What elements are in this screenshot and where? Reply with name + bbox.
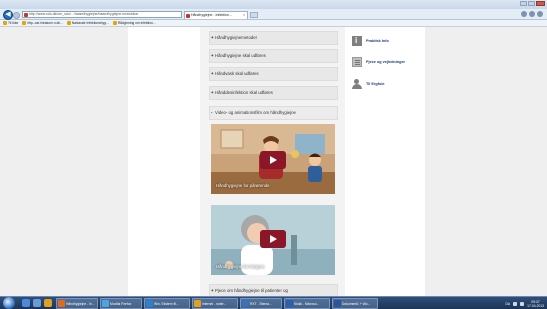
favorite-item[interactable]: http--sst.intrakom.n.dk... (22, 20, 63, 26)
volume-icon[interactable] (520, 301, 525, 306)
video-player-relatives[interactable]: Håndhygiejne for pårørende (211, 124, 335, 194)
taskbar-clock[interactable]: 09:37 17-04-2013 (527, 300, 544, 308)
tab-title: Håndhygiejne - Infektion... (191, 13, 232, 17)
accordion-label: Håndhygiejnemetoder (215, 35, 258, 40)
accordion-label: Video- og animationsfilm om håndhygiejne (215, 110, 296, 115)
expand-icon: + (211, 35, 214, 40)
taskbar-button[interactable]: RXT - Stema... (240, 298, 282, 309)
person-icon (352, 79, 362, 89)
sidebar-link-practical-info[interactable]: Praktisk Info (352, 36, 389, 46)
accordion-label: Hånddesinfektion skal udføres (215, 90, 273, 95)
accordion-item-disinfection[interactable]: + Hånddesinfektion skal udføres (209, 86, 338, 100)
gear-icon[interactable] (537, 11, 543, 17)
video-player-citizens[interactable]: Håndhygiejne for borgere (211, 205, 335, 275)
collapse-icon: - (211, 110, 213, 115)
forward-button[interactable] (13, 12, 20, 19)
browser-navbar: ◀ http://www.sdu.dk/om_sdu/.../haandhygi… (0, 9, 547, 20)
clock-date: 17-04-2013 (527, 303, 544, 308)
taskbar-button[interactable]: Internet - noter... (192, 298, 238, 309)
new-tab-button[interactable] (250, 12, 258, 18)
window-controls (520, 1, 545, 6)
expand-icon: + (211, 71, 214, 76)
page-gutter-right (425, 27, 547, 296)
play-button[interactable] (260, 230, 286, 248)
page-icon (22, 21, 27, 25)
video-caption: Håndhygiejne for pårørende (216, 183, 270, 188)
favorite-item[interactable]: Rådgivning om infektion... (112, 20, 156, 26)
accordion-label: Håndhygiejne skal udføres (215, 53, 266, 58)
expand-icon: + (211, 53, 214, 58)
system-tray: DA 09:37 17-04-2013 (506, 298, 544, 309)
folder-icon[interactable] (44, 299, 52, 307)
favorites-bar: Til Ikke http--sst.intrakom.n.dk... Nati… (0, 20, 547, 27)
window-titlebar (0, 0, 547, 9)
taskbar-button[interactable]: Dokument1 + Wo... (332, 298, 378, 309)
accordion-item-methods[interactable]: + Håndhygiejnemetoder (209, 31, 338, 45)
address-bar[interactable]: http://www.sdu.dk/om_sdu/.../haandhygiej… (22, 11, 182, 18)
sidebar-link-brochures[interactable]: Pjece og vejledninger (352, 57, 405, 67)
network-icon[interactable] (513, 301, 518, 306)
taskbar-button[interactable]: Håndhygiejne - In... (56, 298, 98, 309)
minimize-button[interactable] (520, 1, 527, 6)
accordion-item-handwash[interactable]: + Håndvask skal udføres (209, 67, 338, 81)
star-icon (3, 21, 7, 25)
app-icon (102, 300, 109, 307)
close-button[interactable] (536, 1, 545, 6)
app-icon (146, 300, 153, 307)
page-gutter-left (0, 27, 128, 296)
favorite-item[interactable]: Til Ikke (3, 20, 18, 26)
app-icon (194, 300, 201, 307)
taskbar-button[interactable]: Win. Ekstern fil... (144, 298, 190, 309)
accordion-label: Håndvask skal udføres (215, 71, 259, 76)
back-button[interactable]: ◀ (3, 10, 13, 20)
site-favicon-icon (24, 13, 28, 17)
explorer-icon[interactable] (33, 299, 41, 307)
expand-icon: + (211, 90, 214, 95)
windows-taskbar: Håndhygiejne - In... Mozilla Firefox Win… (0, 296, 547, 309)
app-icon (286, 300, 293, 307)
browser-tab[interactable]: Håndhygiejne - Infektion... × (184, 11, 248, 19)
sidebar-link-english[interactable]: Til Ergfole (352, 79, 385, 89)
app-icon (58, 300, 65, 307)
maximize-button[interactable] (528, 1, 535, 6)
page-icon (66, 21, 71, 25)
play-button[interactable] (260, 151, 286, 169)
accordion-label: Pjece om håndhygiejne til patienter og (215, 288, 288, 293)
home-icon[interactable] (521, 11, 527, 17)
taskbar-button[interactable]: Klokk - Microso... (284, 298, 330, 309)
accordion-item-when[interactable]: + Håndhygiejne skal udføres (209, 49, 338, 63)
favorite-item[interactable]: Nationale Infektionshyg... (66, 20, 109, 26)
back-arrow-icon: ◀ (5, 11, 11, 18)
page-icon (112, 21, 117, 25)
ie-icon[interactable] (22, 299, 30, 307)
language-indicator[interactable]: DA (506, 302, 511, 306)
address-text: http://www.sdu.dk/om_sdu/.../haandhygiej… (29, 12, 139, 16)
tab-close-icon[interactable]: × (243, 12, 245, 19)
tab-favicon-icon (186, 14, 190, 18)
video-caption: Håndhygiejne for borgere (216, 264, 265, 269)
taskbar-button[interactable]: Mozilla Firefox (100, 298, 142, 309)
document-icon (352, 57, 362, 67)
info-icon (352, 36, 362, 46)
star-icon[interactable] (529, 11, 535, 17)
word-icon (334, 300, 341, 307)
app-icon (242, 300, 249, 307)
browser-toolbar-icons (521, 11, 543, 17)
start-button[interactable] (3, 297, 15, 309)
accordion-item-videos[interactable]: - Video- og animationsfilm om håndhygiej… (209, 106, 338, 120)
